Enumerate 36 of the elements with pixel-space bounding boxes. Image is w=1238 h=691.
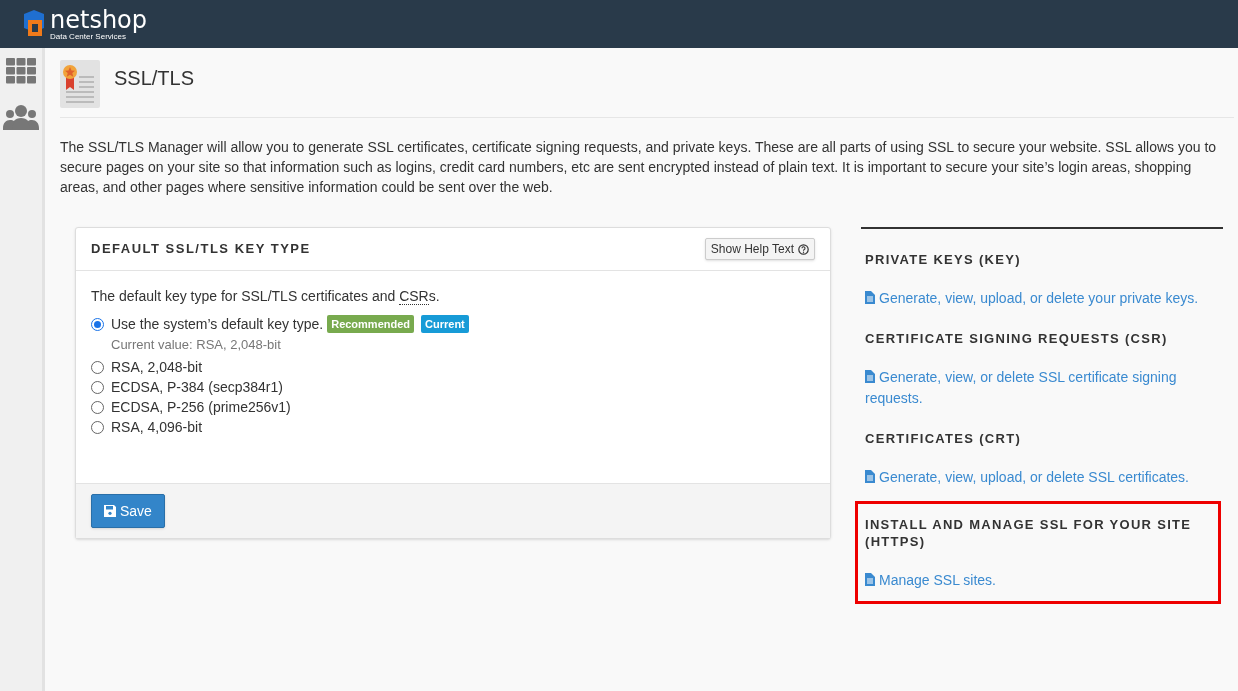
document-icon bbox=[865, 291, 875, 304]
apps-grid-icon[interactable] bbox=[6, 58, 36, 84]
section-link[interactable]: Manage SSL sites. bbox=[865, 570, 1203, 591]
current-value-note: Current value: RSA, 2,048-bit bbox=[111, 336, 282, 354]
section-heading: CERTIFICATE SIGNING REQUESTS (CSR) bbox=[865, 330, 1169, 347]
radio-button[interactable] bbox=[91, 401, 104, 414]
help-icon bbox=[798, 243, 809, 255]
key-type-intro: The default key type for SSL/TLS certificates and CSRs. bbox=[91, 287, 441, 307]
option-label: ECDSA, P-256 (prime256v1) bbox=[111, 398, 291, 417]
show-help-button[interactable]: Show Help Text bbox=[704, 238, 815, 260]
option-label: RSA, 2,048-bit bbox=[111, 358, 203, 377]
radio-button[interactable] bbox=[91, 381, 104, 394]
logo-name: netshop bbox=[50, 7, 148, 32]
radio-button[interactable] bbox=[91, 421, 104, 434]
document-icon bbox=[865, 470, 875, 483]
option-label: Use the system’s default key type. bbox=[111, 314, 324, 334]
section-link[interactable]: Generate, view, upload, or delete your private keys. bbox=[865, 288, 1203, 309]
card-title: DEFAULT SSL/TLS KEY TYPE bbox=[91, 240, 311, 259]
option-label: RSA, 4,096-bit bbox=[111, 418, 203, 437]
status-badge: Current bbox=[421, 314, 469, 334]
section-link[interactable]: Generate, view, or delete SSL certificate signing requests. bbox=[865, 367, 1203, 409]
section-heading: INSTALL AND MANAGE SSL FOR YOUR SITE (HTTPS) bbox=[865, 516, 1193, 550]
section-heading: PRIVATE KEYS (KEY) bbox=[865, 251, 1022, 268]
save-button[interactable]: Save bbox=[91, 494, 165, 528]
page-title: SSL/TLS bbox=[114, 66, 195, 91]
status-badge: Recommended bbox=[327, 314, 415, 334]
certificate-icon bbox=[60, 60, 100, 108]
page-description: The SSL/TLS Manager will allow you to generate SSL certificates, certificate signing requests, and private keys. These are all parts of using SSL to secure your website. SSL allows you to secure pages on your site so that information such as logins, credit card numbers, etc are sent encrypted instead of plain text. It is important to secure your site’s login areas, shopping areas, and other pages where sensitive information could be sent over the web. bbox=[60, 138, 1218, 197]
section-heading: CERTIFICATES (CRT) bbox=[865, 430, 1023, 447]
logo-tagline: Data Center Services bbox=[50, 31, 127, 41]
document-icon bbox=[865, 370, 875, 383]
document-icon bbox=[865, 573, 875, 586]
radio-button[interactable] bbox=[91, 361, 104, 374]
section-link[interactable]: Generate, view, upload, or delete SSL certificates. bbox=[865, 467, 1203, 488]
users-icon[interactable] bbox=[3, 104, 39, 130]
option-label: ECDSA, P-384 (secp384r1) bbox=[111, 378, 283, 397]
